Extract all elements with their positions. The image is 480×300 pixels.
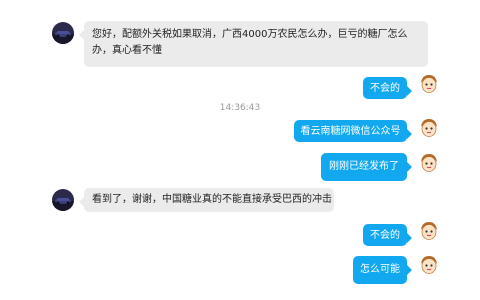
self-avatar[interactable]: [418, 117, 440, 139]
outgoing-message: 看云南糖网微信公众号: [294, 120, 412, 142]
sender-avatar[interactable]: [52, 22, 74, 44]
self-avatar[interactable]: [418, 254, 440, 276]
message-timestamp: 14:36:43: [219, 103, 261, 113]
incoming-message: 您好，配额外关税如果取消，广西4000万农民怎么办，巨亏的糖厂怎么 办，真心看不…: [79, 21, 428, 67]
outgoing-message: 不会的: [363, 77, 412, 99]
sender-avatar[interactable]: [52, 189, 74, 211]
message-line: 办，真心看不懂: [92, 45, 162, 56]
outgoing-message: 不会的: [363, 224, 412, 246]
outgoing-message: 刚刚已经发布了: [321, 153, 412, 181]
message-line: 您好，配额外关税如果取消，广西4000万农民怎么办，巨亏的糖厂怎么: [92, 29, 408, 40]
self-avatar[interactable]: [418, 73, 440, 95]
incoming-message: 看到了，谢谢，中国糖业真的不能直接承受巴西的冲击: [79, 188, 334, 212]
outgoing-message: 怎么可能: [353, 256, 412, 284]
self-avatar[interactable]: [418, 152, 440, 174]
self-avatar[interactable]: [418, 220, 440, 242]
